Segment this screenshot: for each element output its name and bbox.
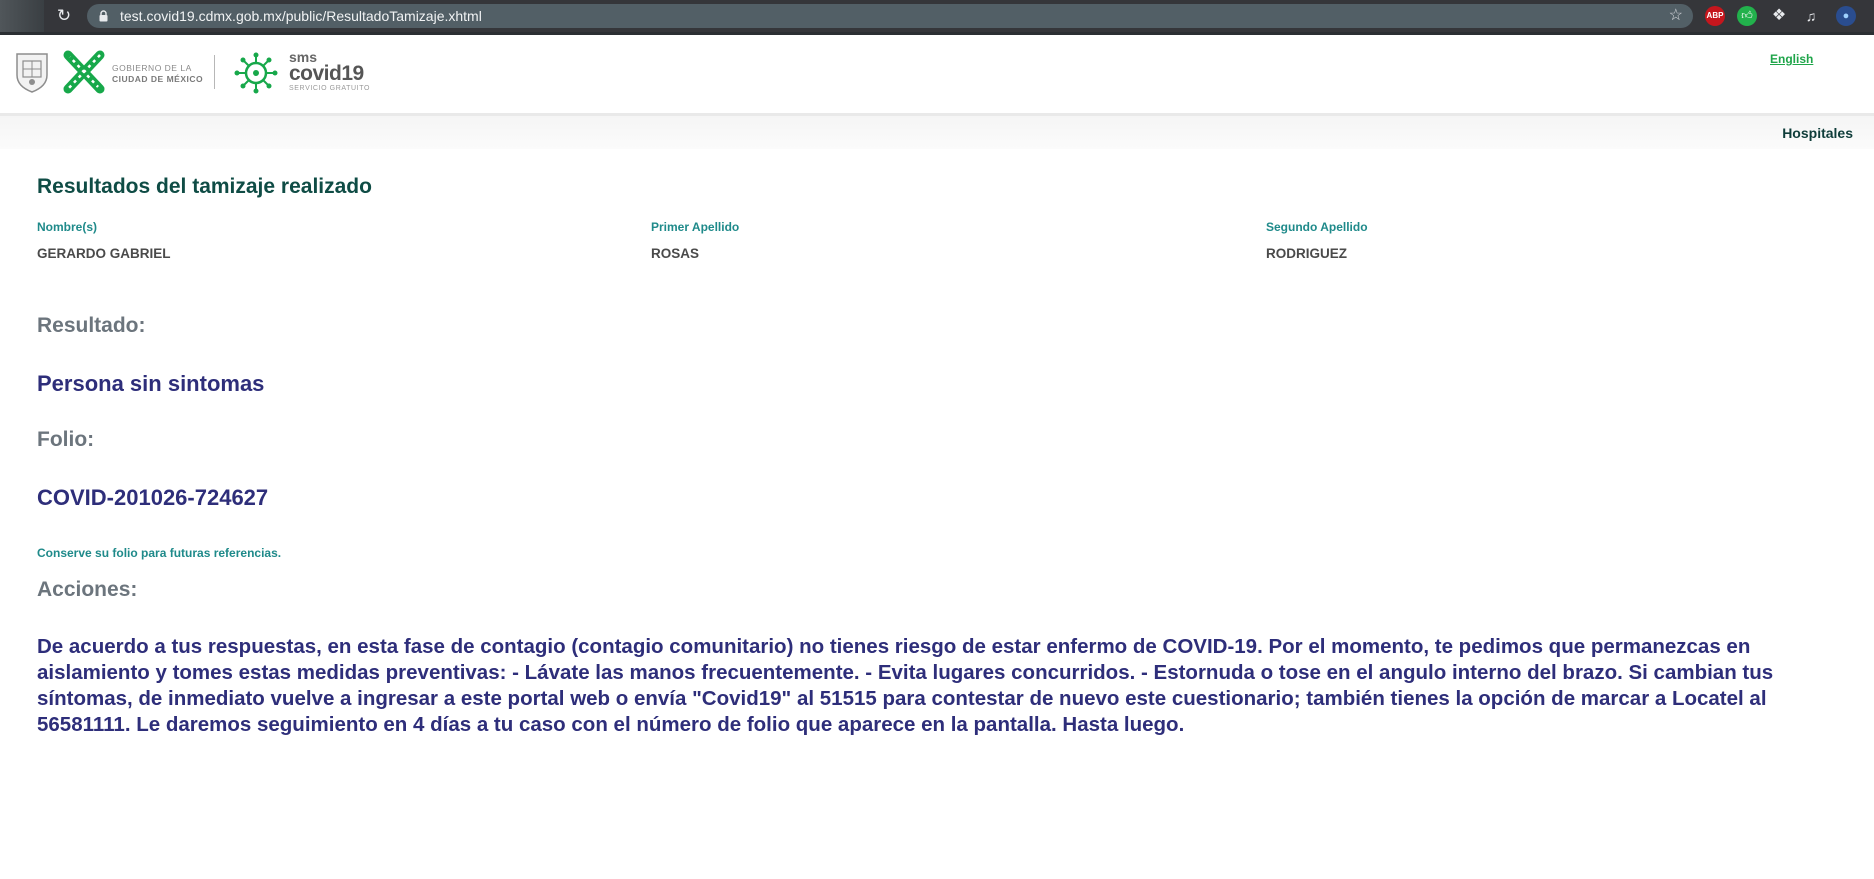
adblock-extension-icon[interactable]: ABP [1705, 6, 1725, 26]
address-bar[interactable]: test.covid19.cdmx.gob.mx/public/Resultad… [87, 4, 1693, 28]
gov-line1: GOBIERNO DE LA [112, 63, 192, 73]
profile-avatar-icon[interactable]: ● [1836, 6, 1856, 26]
reload-icon[interactable]: ↻ [54, 6, 74, 26]
url-text[interactable]: test.covid19.cdmx.gob.mx/public/Resultad… [120, 8, 482, 24]
segundo-apellido-value: RODRIGUEZ [1266, 246, 1347, 261]
extensions-puzzle-icon[interactable]: ❖ [1769, 6, 1789, 26]
primer-apellido-value: ROSAS [651, 246, 700, 261]
bookmark-star-icon[interactable]: ☆ [1669, 7, 1683, 25]
folio-label: Folio: [37, 428, 95, 451]
covid19-label: covid19 [289, 62, 364, 85]
servicio-gratuito-label: SERVICIO GRATUITO [289, 85, 370, 92]
window-corner-decoration [0, 0, 44, 32]
nav-bar: Hospitales [0, 113, 1874, 149]
lock-icon [99, 10, 108, 22]
resultado-label: Resultado: [37, 314, 146, 337]
acciones-label: Acciones: [37, 578, 138, 601]
thumbs-up-extension-icon[interactable]: 👍︎ [1737, 6, 1757, 26]
nav-item-hospitales[interactable]: Hospitales [1782, 125, 1853, 141]
gobierno-cdmx-label: GOBIERNO DE LA CIUDAD DE MÉXICO [112, 63, 203, 85]
browser-toolbar: ↻ test.covid19.cdmx.gob.mx/public/Result… [0, 0, 1874, 32]
page-title: Resultados del tamizaje realizado [37, 175, 372, 198]
cdmx-logo-icon [63, 50, 105, 94]
nombre-value: GERARDO GABRIEL [37, 246, 171, 261]
primer-apellido-label: Primer Apellido [651, 220, 740, 234]
nombre-label: Nombre(s) [37, 220, 98, 234]
acciones-text: De acuerdo a tus respuestas, en esta fas… [37, 635, 1774, 736]
sms-covid19-logo: sms covid19 SERVICIO GRATUITO [289, 50, 370, 93]
resultado-value: Persona sin sintomas [37, 371, 265, 396]
folio-note: Conserve su folio para futuras referenci… [37, 546, 282, 560]
folio-value: COVID-201026-724627 [37, 485, 269, 510]
segundo-apellido-label: Segundo Apellido [1266, 220, 1368, 234]
gov-line2: CIUDAD DE MÉXICO [112, 74, 204, 84]
logo-divider [214, 55, 215, 89]
coat-of-arms-logo [16, 53, 48, 93]
site-header: GOBIERNO DE LA CIUDAD DE MÉXICO sms covi… [0, 35, 1874, 113]
media-queue-icon[interactable]: ♫ [1801, 6, 1821, 26]
virus-icon [234, 52, 278, 94]
english-language-link[interactable]: English [1770, 52, 1813, 66]
